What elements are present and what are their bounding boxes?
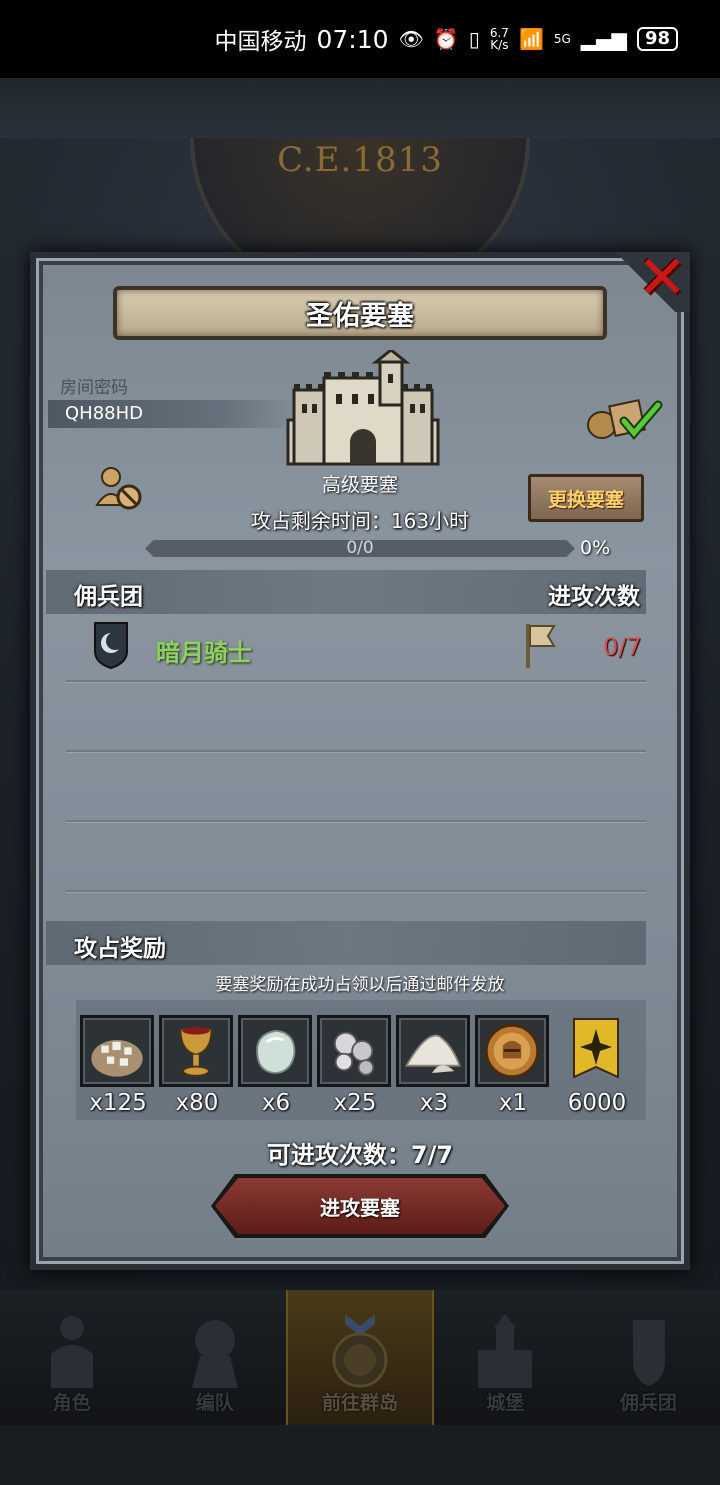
clock: 07:10 — [316, 24, 389, 54]
flag-icon — [526, 624, 556, 668]
attack-attempts: 可进攻次数：7/7 — [266, 1141, 454, 1169]
row-divider — [66, 750, 646, 752]
nav-item-character[interactable]: 角色 — [0, 1290, 143, 1425]
reward-qty: x6 — [261, 1090, 291, 1116]
bottom-strip — [0, 1425, 720, 1485]
nav-label: 角色 — [52, 1392, 91, 1414]
remaining-time: 攻占剩余时间：163小时 — [250, 509, 470, 533]
formation-icon — [191, 1320, 238, 1388]
network-type: 5G — [553, 32, 571, 46]
alarm-icon: ⏰ — [433, 27, 459, 51]
compass-icon — [332, 1314, 388, 1388]
nav-label: 编队 — [195, 1392, 234, 1414]
mercenary-attack-count: 0/7 — [603, 633, 642, 661]
row-divider — [66, 680, 646, 682]
status-bar: 中国移动 07:10 👁 ⏰ ▯ 6.7 K/s 📶 5G ▂▄▆ 98 — [0, 0, 720, 78]
reward-qty: x125 — [89, 1090, 147, 1116]
room-code-label: 房间密码 — [60, 378, 128, 398]
goblet-icon[interactable] — [159, 1015, 233, 1087]
close-icon[interactable]: ✕ — [634, 248, 690, 308]
guild-banner-icon[interactable] — [572, 1017, 620, 1085]
dialog-title: 圣佑要塞 — [113, 286, 607, 340]
vibrate-icon: ▯ — [468, 27, 480, 51]
nav-item-formation[interactable]: 编队 — [143, 1290, 286, 1425]
crescent-shield-icon — [94, 622, 128, 669]
nav-item-mercenary[interactable]: 佣兵团 — [577, 1290, 720, 1425]
eye-icon: 👁 — [398, 27, 424, 51]
nav-label: 前往群岛 — [322, 1392, 399, 1414]
attack-fortress-button[interactable]: 进攻要塞 — [215, 1178, 505, 1234]
ore-sack-icon[interactable] — [80, 1015, 154, 1087]
bottom-nav: 角色 编队 前往群岛 城堡 佣兵团 — [0, 1290, 720, 1425]
capture-progress-text: 0/0 — [346, 538, 374, 558]
reward-qty: 6000 — [567, 1090, 627, 1116]
fortress-icon — [286, 350, 440, 466]
reward-header: 攻占奖励 — [74, 936, 166, 962]
mercenary-header: 佣兵团 — [74, 584, 143, 610]
signal-icon: ▂▄▆ — [580, 27, 627, 51]
castle-icon — [478, 1314, 533, 1388]
reward-qty: x1 — [498, 1090, 528, 1116]
silver-ore-icon[interactable] — [317, 1015, 391, 1087]
battery-indicator: 98 — [636, 27, 678, 51]
carrier-label: 中国移动 — [214, 29, 307, 55]
nav-label: 佣兵团 — [619, 1392, 677, 1414]
net-speed: 6.7 K/s — [490, 27, 509, 51]
nav-label: 城堡 — [486, 1392, 525, 1414]
mercenary-name[interactable]: 暗月骑士 — [156, 633, 252, 668]
nav-item-islands[interactable]: 前往群岛 — [286, 1290, 434, 1425]
row-divider — [66, 820, 646, 822]
wifi-icon: 📶 — [518, 27, 544, 51]
attack-count-header: 进攻次数 — [548, 584, 640, 610]
gem-stone-icon[interactable] — [238, 1015, 312, 1087]
net-speed-unit: K/s — [490, 38, 509, 52]
reward-qty: x3 — [419, 1090, 449, 1116]
room-code-value: QH88HD — [65, 403, 144, 424]
reward-note: 要塞奖励在成功占领以后通过邮件发放 — [215, 975, 505, 995]
era-label: C.E.1813 — [277, 140, 443, 180]
reward-qty: x80 — [175, 1090, 219, 1116]
salt-pile-icon[interactable] — [396, 1015, 470, 1087]
nav-item-castle[interactable]: 城堡 — [434, 1290, 577, 1425]
reward-qty: x25 — [333, 1090, 377, 1116]
capture-progress-percent: 0% — [580, 537, 611, 559]
knight-medal-icon[interactable] — [475, 1015, 549, 1087]
knight-icon — [50, 1316, 93, 1388]
row-divider — [66, 890, 646, 892]
top-bar — [0, 78, 720, 138]
mercenary-icon — [633, 1320, 666, 1386]
supply-check-icon[interactable] — [584, 395, 664, 441]
